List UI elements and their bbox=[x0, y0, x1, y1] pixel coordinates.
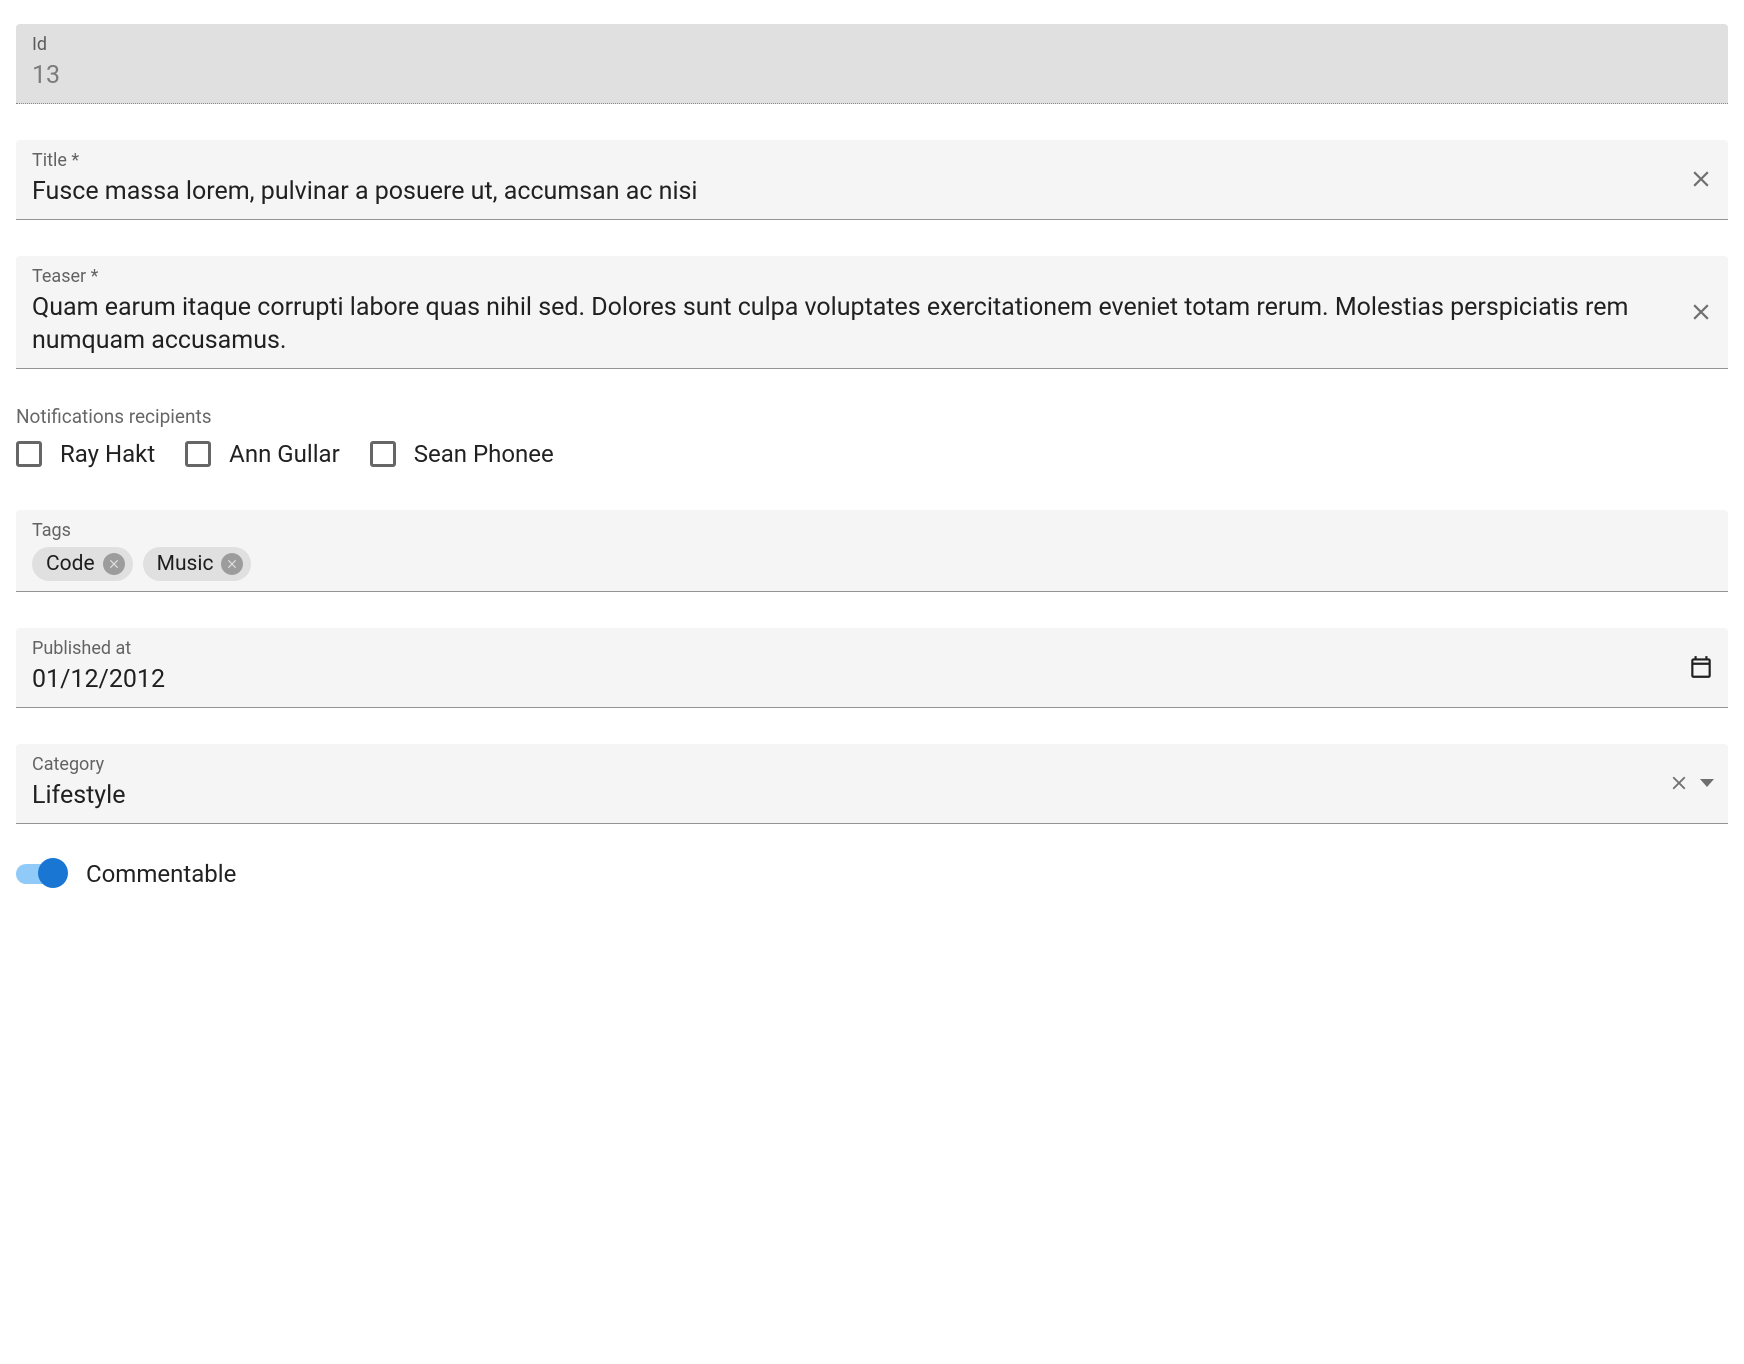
recipients-label: Notifications recipients bbox=[16, 405, 1728, 428]
id-label: Id bbox=[32, 34, 1712, 55]
title-input-container[interactable]: Title * Fusce massa lorem, pulvinar a po… bbox=[16, 140, 1728, 220]
id-input-container: Id 13 bbox=[16, 24, 1728, 104]
teaser-input[interactable]: Quam earum itaque corrupti labore quas n… bbox=[32, 291, 1712, 359]
close-icon bbox=[107, 557, 121, 571]
recipient-label: Ray Hakt bbox=[60, 440, 155, 468]
id-field: Id 13 bbox=[16, 24, 1728, 104]
recipient-checkbox-sean[interactable] bbox=[370, 441, 396, 467]
title-label: Title * bbox=[32, 150, 1712, 171]
recipient-option: Ray Hakt bbox=[16, 440, 155, 468]
tag-chip: Code bbox=[32, 547, 133, 581]
tags-chips: Code Music bbox=[32, 545, 1712, 581]
title-input[interactable]: Fusce massa lorem, pulvinar a posuere ut… bbox=[32, 175, 1712, 209]
tag-chip-remove[interactable] bbox=[103, 553, 125, 575]
tags-input-container[interactable]: Tags Code Music bbox=[16, 510, 1728, 592]
tag-chip: Music bbox=[143, 547, 252, 581]
category-input-container[interactable]: Category Lifestyle bbox=[16, 744, 1728, 824]
teaser-input-container[interactable]: Teaser * Quam earum itaque corrupti labo… bbox=[16, 256, 1728, 370]
teaser-field: Teaser * Quam earum itaque corrupti labo… bbox=[16, 256, 1728, 370]
tags-label: Tags bbox=[32, 520, 1712, 541]
published-input-container[interactable]: Published at 01/12/2012 bbox=[16, 628, 1728, 708]
category-field: Category Lifestyle bbox=[16, 744, 1728, 824]
recipient-option: Sean Phonee bbox=[370, 440, 554, 468]
category-label: Category bbox=[32, 754, 1712, 775]
recipient-option: Ann Gullar bbox=[185, 440, 340, 468]
recipient-label: Ann Gullar bbox=[229, 440, 340, 468]
chevron-down-icon[interactable] bbox=[1700, 779, 1714, 787]
published-label: Published at bbox=[32, 638, 1712, 659]
close-icon bbox=[1668, 772, 1690, 794]
tag-chip-remove[interactable] bbox=[221, 553, 243, 575]
tag-chip-label: Music bbox=[157, 552, 214, 576]
title-clear-button[interactable] bbox=[1688, 166, 1714, 192]
commentable-label: Commentable bbox=[86, 860, 236, 888]
recipient-checkbox-ann[interactable] bbox=[185, 441, 211, 467]
close-icon bbox=[1688, 299, 1714, 325]
close-icon bbox=[1688, 166, 1714, 192]
tags-field: Tags Code Music bbox=[16, 510, 1728, 592]
teaser-label: Teaser * bbox=[32, 266, 1712, 287]
commentable-row: Commentable bbox=[16, 860, 1728, 888]
published-calendar-button[interactable] bbox=[1688, 654, 1714, 680]
category-value[interactable]: Lifestyle bbox=[32, 779, 1712, 813]
commentable-toggle[interactable] bbox=[16, 864, 68, 884]
toggle-thumb bbox=[38, 858, 68, 888]
title-field: Title * Fusce massa lorem, pulvinar a po… bbox=[16, 140, 1728, 220]
tag-chip-label: Code bbox=[46, 552, 95, 576]
category-controls bbox=[1668, 772, 1714, 794]
recipient-checkbox-ray[interactable] bbox=[16, 441, 42, 467]
published-field: Published at 01/12/2012 bbox=[16, 628, 1728, 708]
category-clear-button[interactable] bbox=[1668, 772, 1690, 794]
published-input[interactable]: 01/12/2012 bbox=[32, 663, 1712, 697]
recipients-options: Ray Hakt Ann Gullar Sean Phonee bbox=[16, 440, 1728, 468]
close-icon bbox=[225, 557, 239, 571]
teaser-clear-button[interactable] bbox=[1688, 299, 1714, 325]
recipients-section: Notifications recipients Ray Hakt Ann Gu… bbox=[16, 405, 1728, 468]
calendar-icon bbox=[1688, 654, 1714, 680]
recipient-label: Sean Phonee bbox=[414, 440, 554, 468]
id-value: 13 bbox=[32, 59, 1712, 93]
